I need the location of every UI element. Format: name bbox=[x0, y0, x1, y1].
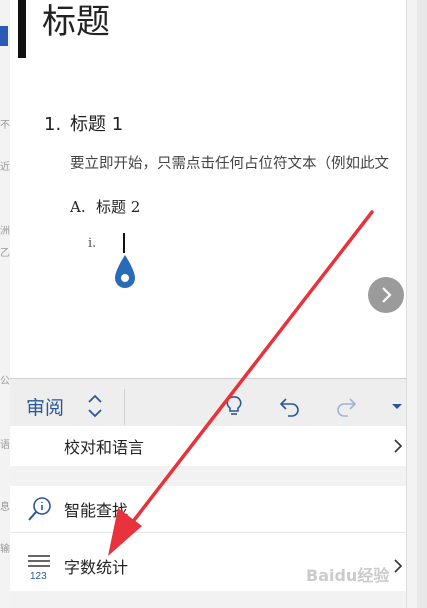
heading-1-text: 标题 1 bbox=[70, 114, 124, 135]
chevron-right-icon bbox=[382, 287, 392, 303]
background-char: 息 bbox=[0, 502, 10, 513]
title-accent-bar bbox=[18, 0, 26, 58]
search-insight-icon bbox=[28, 497, 51, 521]
tab-review[interactable]: 审阅 bbox=[26, 393, 64, 420]
background-char: 乙 bbox=[0, 248, 10, 259]
cursor-handle-icon[interactable] bbox=[113, 254, 137, 290]
menu-item-label: 校对和语言 bbox=[64, 438, 145, 457]
updown-icon[interactable] bbox=[86, 391, 104, 421]
heading-3-number: i. bbox=[88, 236, 97, 251]
word-count-icon: 123 bbox=[28, 555, 50, 581]
background-char: 不 bbox=[0, 120, 10, 131]
scroll-edge bbox=[406, 0, 417, 608]
menu-item-smart-lookup[interactable]: 智能查找 bbox=[10, 486, 417, 532]
watermark: Baidu经验 bbox=[306, 566, 390, 585]
toolbar-divider bbox=[124, 389, 125, 425]
heading-1-number: 1. bbox=[44, 114, 62, 135]
chevron-right-icon bbox=[394, 559, 403, 573]
menu-item-label: 智能查找 bbox=[64, 501, 129, 520]
background-char: 输 bbox=[0, 544, 10, 555]
word-mobile-app: 标题 1. 标题 1 要立即开始，只需点击任何占位符文本（例如此文 A. 标题 2 … bbox=[10, 0, 417, 608]
menu-item-proofing-language[interactable]: 校对和语言 bbox=[10, 426, 417, 466]
document-canvas[interactable]: 标题 1. 标题 1 要立即开始，只需点击任何占位符文本（例如此文 A. 标题 2 … bbox=[10, 0, 417, 378]
heading-2-text: 标题 2 bbox=[96, 198, 141, 216]
background-char: 语 bbox=[0, 440, 10, 451]
background-char: 洲 bbox=[0, 226, 10, 237]
background-char: 近 bbox=[0, 162, 10, 173]
next-page-button[interactable] bbox=[368, 277, 404, 313]
heading-2[interactable]: A. 标题 2 bbox=[70, 196, 140, 217]
menu-item-label: 字数统计 bbox=[64, 558, 129, 577]
chevron-right-icon bbox=[394, 439, 403, 453]
lightbulb-icon[interactable] bbox=[222, 394, 246, 418]
body-paragraph[interactable]: 要立即开始，只需点击任何占位符文本（例如此文 bbox=[70, 152, 389, 173]
more-dropdown-icon[interactable] bbox=[388, 394, 406, 418]
text-cursor bbox=[123, 233, 125, 253]
menu-separator bbox=[10, 466, 417, 476]
heading-2-number: A. bbox=[70, 198, 86, 216]
svg-text:123: 123 bbox=[30, 571, 47, 581]
background-tab-accent bbox=[0, 26, 8, 46]
menu-separator bbox=[10, 532, 417, 541]
redo-icon[interactable] bbox=[334, 394, 358, 418]
document-title[interactable]: 标题 bbox=[42, 0, 110, 43]
heading-1[interactable]: 1. 标题 1 bbox=[44, 110, 123, 136]
background-char: 公 bbox=[0, 376, 10, 387]
undo-icon[interactable] bbox=[278, 394, 302, 418]
